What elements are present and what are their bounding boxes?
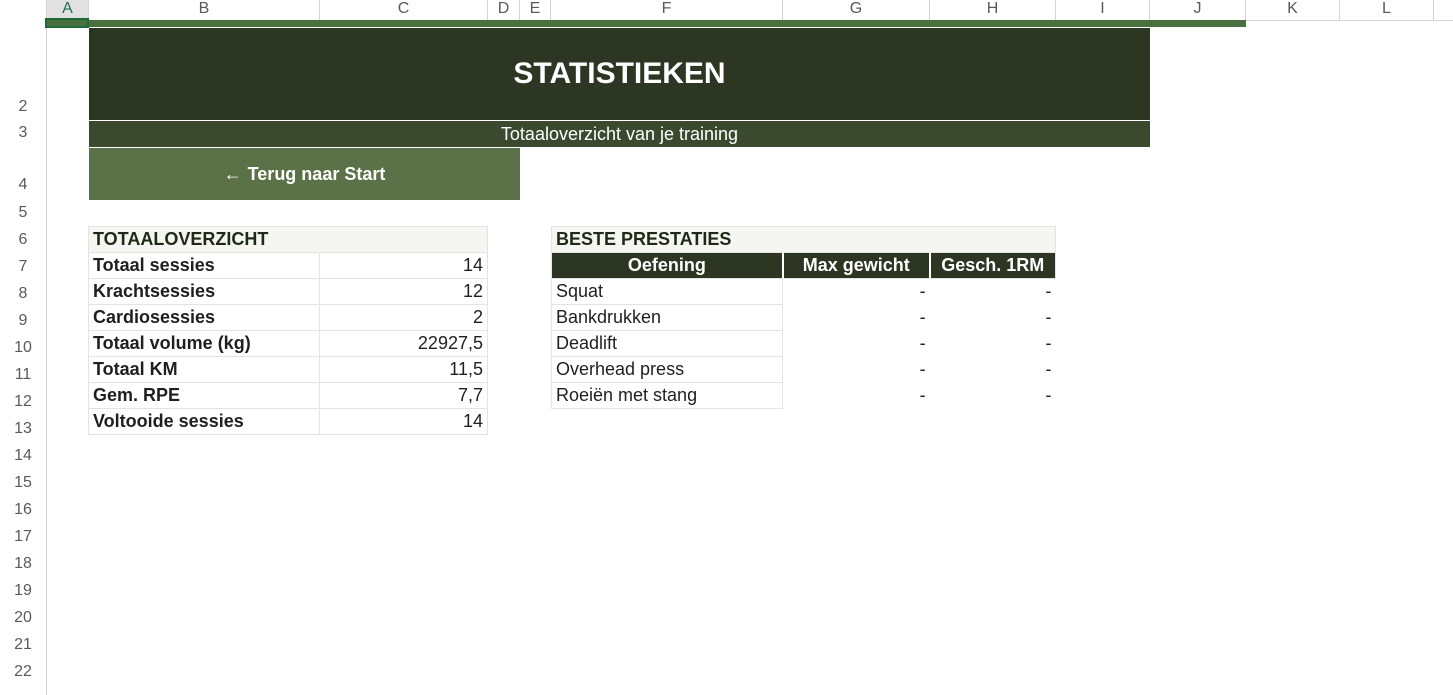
estimated-1rm-value[interactable]: - [930, 357, 1056, 383]
table-row: Voltooide sessies 14 [88, 408, 489, 435]
column-header-k[interactable]: K [1246, 0, 1340, 20]
overview-value[interactable]: 14 [318, 252, 489, 279]
row-header-5[interactable]: 5 [0, 204, 46, 226]
row-header-22[interactable]: 22 [0, 663, 46, 685]
overview-value[interactable]: 14 [318, 408, 489, 435]
exercise-name[interactable]: Squat [550, 278, 784, 305]
table-row: Deadlift - - [550, 330, 1056, 357]
estimated-1rm-value[interactable]: - [930, 331, 1056, 357]
row-header-16[interactable]: 16 [0, 501, 46, 523]
column-header-b[interactable]: B [89, 0, 320, 20]
overview-value[interactable]: 12 [318, 278, 489, 305]
table-row: Krachtsessies 12 [88, 278, 489, 305]
row-header-21[interactable]: 21 [0, 636, 46, 658]
row-header-4[interactable]: 4 [0, 176, 46, 198]
exercise-name[interactable]: Deadlift [550, 330, 784, 357]
table-row: Totaal volume (kg) 22927,5 [88, 330, 489, 357]
row-header-10[interactable]: 10 [0, 339, 46, 361]
row-header-18[interactable]: 18 [0, 555, 46, 577]
row-header-13[interactable]: 13 [0, 420, 46, 442]
table-row: Overhead press - - [550, 356, 1056, 383]
estimated-1rm-value[interactable]: - [930, 383, 1056, 409]
column-header-f[interactable]: F [551, 0, 783, 20]
overview-table: TOTAALOVERZICHT Totaal sessies 14 Kracht… [88, 226, 489, 435]
row-header-bar: 2 3 4 5 6 7 8 9 10 11 12 13 14 15 16 17 … [0, 20, 47, 695]
overview-value[interactable]: 11,5 [318, 356, 489, 383]
max-weight-value[interactable]: - [783, 279, 930, 305]
overview-label[interactable]: Cardiosessies [88, 304, 320, 331]
column-header-max-weight[interactable]: Max gewicht [781, 252, 931, 279]
estimated-1rm-value[interactable]: - [930, 305, 1056, 331]
row-header-19[interactable]: 19 [0, 582, 46, 604]
row-header-6[interactable]: 6 [0, 231, 46, 253]
row-header-9[interactable]: 9 [0, 312, 46, 334]
overview-label[interactable]: Voltooide sessies [88, 408, 320, 435]
column-header-g[interactable]: G [783, 0, 930, 20]
row-header-17[interactable]: 17 [0, 528, 46, 550]
overview-title: TOTAALOVERZICHT [88, 226, 488, 253]
row-header-20[interactable]: 20 [0, 609, 46, 631]
max-weight-value[interactable]: - [783, 357, 930, 383]
row-header-11[interactable]: 11 [0, 366, 46, 388]
row-header-3[interactable]: 3 [0, 124, 46, 146]
overview-label[interactable]: Gem. RPE [88, 382, 320, 409]
max-weight-value[interactable]: - [783, 305, 930, 331]
exercise-name[interactable]: Overhead press [550, 356, 784, 383]
row-header-7[interactable]: 7 [0, 258, 46, 280]
overview-value[interactable]: 22927,5 [318, 330, 489, 357]
best-performance-title: BESTE PRESTATIES [551, 226, 1056, 253]
row-header-14[interactable]: 14 [0, 447, 46, 469]
table-row: Bankdrukken - - [550, 304, 1056, 331]
accent-line [47, 20, 1246, 27]
overview-label[interactable]: Totaal KM [88, 356, 320, 383]
column-header-bar: A B C D E F G H I J K L [0, 0, 1453, 21]
best-performance-table: BESTE PRESTATIES Oefening Max gewicht Ge… [550, 226, 1056, 409]
column-header-d[interactable]: D [488, 0, 520, 20]
exercise-name[interactable]: Roeiën met stang [550, 382, 784, 409]
column-header-c[interactable]: C [320, 0, 488, 20]
arrow-left-icon: ← [223, 163, 242, 184]
table-row: Squat - - [550, 278, 1056, 305]
column-header-h[interactable]: H [930, 0, 1056, 20]
overview-value[interactable]: 2 [318, 304, 489, 331]
row-header-2[interactable]: 2 [0, 98, 46, 120]
row-header-12[interactable]: 12 [0, 393, 46, 415]
overview-label[interactable]: Totaal sessies [88, 252, 320, 279]
overview-value[interactable]: 7,7 [318, 382, 489, 409]
back-button-label: Terug naar Start [247, 163, 386, 184]
max-weight-value[interactable]: - [783, 331, 930, 357]
column-header-estimated-1rm[interactable]: Gesch. 1RM [928, 252, 1056, 279]
page-title: STATISTIEKEN [89, 28, 1150, 120]
table-row: Roeiën met stang - - [550, 382, 1056, 409]
max-weight-value[interactable]: - [783, 383, 930, 409]
column-header-a[interactable]: A [47, 0, 89, 20]
select-all-corner[interactable] [0, 0, 47, 20]
overview-label[interactable]: Totaal volume (kg) [88, 330, 320, 357]
column-header-j[interactable]: J [1150, 0, 1246, 20]
active-cell-selection[interactable] [45, 18, 89, 28]
column-header-l[interactable]: L [1340, 0, 1434, 20]
table-header-row: Oefening Max gewicht Gesch. 1RM [550, 252, 1056, 279]
table-row: Gem. RPE 7,7 [88, 382, 489, 409]
back-to-start-button[interactable]: ← Terug naar Start [89, 148, 520, 200]
column-header-i[interactable]: I [1056, 0, 1150, 20]
estimated-1rm-value[interactable]: - [930, 279, 1056, 305]
column-header-e[interactable]: E [520, 0, 551, 20]
column-header-exercise[interactable]: Oefening [550, 252, 784, 279]
page-subtitle: Totaaloverzicht van je training [89, 121, 1150, 147]
table-row: Totaal KM 11,5 [88, 356, 489, 383]
overview-label[interactable]: Krachtsessies [88, 278, 320, 305]
exercise-name[interactable]: Bankdrukken [550, 304, 784, 331]
table-row: Cardiosessies 2 [88, 304, 489, 331]
table-row: Totaal sessies 14 [88, 252, 489, 279]
row-header-8[interactable]: 8 [0, 285, 46, 307]
row-header-15[interactable]: 15 [0, 474, 46, 496]
